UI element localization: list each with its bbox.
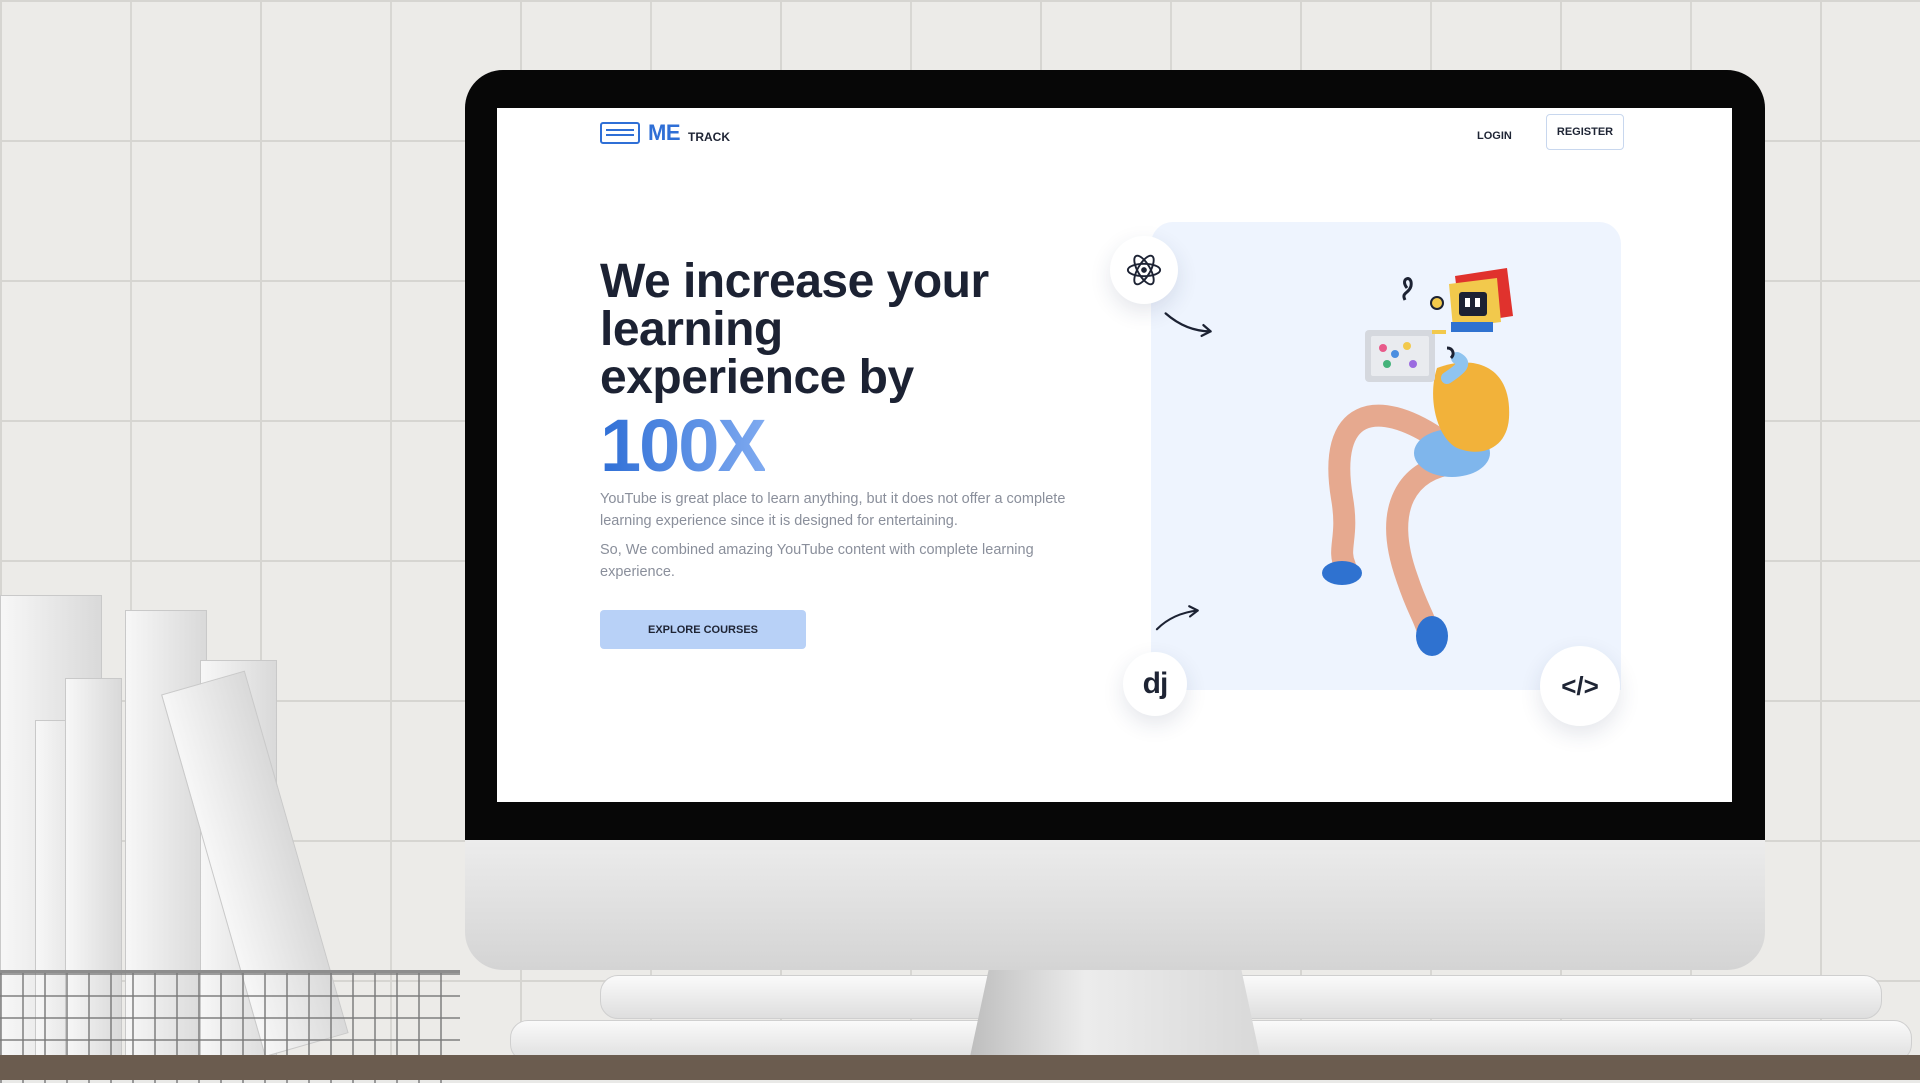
django-icon: dj bbox=[1142, 667, 1169, 700]
arrow-icon bbox=[1155, 605, 1199, 631]
hero-paragraph-1: YouTube is great place to learn anything… bbox=[600, 491, 1066, 529]
code-window-icon bbox=[600, 122, 640, 144]
site-logo[interactable]: ME TRACK bbox=[600, 122, 730, 144]
react-atom-icon bbox=[1126, 254, 1162, 286]
code-brackets-icon: </> bbox=[1561, 670, 1599, 701]
desk-surface bbox=[0, 1055, 1920, 1080]
login-link[interactable]: LOGIN bbox=[1471, 124, 1518, 148]
website-screen: ME TRACK LOGIN REGISTER We increase your… bbox=[497, 108, 1732, 802]
monitor-chin bbox=[465, 840, 1765, 970]
explore-courses-button[interactable]: EXPLORE COURSES bbox=[600, 610, 806, 649]
hero-headline: We increase your learning experience by bbox=[600, 255, 989, 404]
register-button[interactable]: REGISTER bbox=[1546, 114, 1624, 150]
logo-text-me: ME bbox=[648, 120, 681, 145]
logo-text-track: TRACK bbox=[688, 130, 730, 144]
hero-paragraph-2: So, We combined amazing YouTube content … bbox=[600, 542, 1034, 580]
django-badge: dj bbox=[1123, 652, 1187, 716]
arrow-icon bbox=[1164, 312, 1212, 338]
react-badge bbox=[1110, 236, 1178, 304]
hero-highlight: 100X bbox=[600, 404, 767, 487]
developer-character-illustration bbox=[1322, 268, 1513, 656]
code-badge: </> bbox=[1540, 646, 1620, 726]
